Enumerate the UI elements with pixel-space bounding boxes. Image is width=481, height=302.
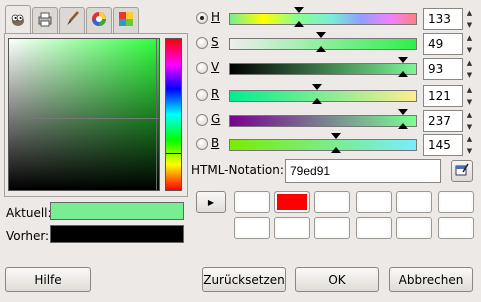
slider-r[interactable] [229,84,417,104]
label-r: R [211,87,220,101]
previous-color-swatch [50,225,184,243]
tab-brush[interactable] [59,7,85,33]
slider-g[interactable] [229,109,417,129]
history-swatch[interactable] [314,217,350,239]
radio-r[interactable] [196,89,208,101]
hue-marker [166,153,181,154]
spin-down-icon[interactable]: ▼ [464,97,475,107]
slider-marker-r[interactable] [312,84,323,90]
current-color-swatch [50,202,184,220]
spin-r[interactable]: 121 [423,85,463,107]
cancel-button[interactable]: Abbrechen [389,267,473,292]
history-swatch[interactable] [356,191,392,213]
history-swatch[interactable] [396,217,432,239]
slider-b[interactable] [229,133,417,153]
spin-arrows-s[interactable]: ▲ ▼ [464,33,475,55]
history-swatch[interactable] [234,217,270,239]
spin-down-icon[interactable]: ▼ [464,146,475,156]
spin-arrows-b[interactable]: ▲ ▼ [464,134,475,156]
label-h: H [211,10,221,24]
spin-down-icon[interactable]: ▼ [464,45,475,55]
tab-palette[interactable] [113,7,139,33]
radio-g[interactable] [196,114,208,126]
hue-strip[interactable] [165,38,182,191]
history-swatch[interactable] [274,217,310,239]
slider-marker-b[interactable] [331,133,342,139]
ok-button[interactable]: OK [295,267,379,292]
radio-v[interactable] [196,62,208,74]
slider-marker-bottom-v [397,71,408,77]
spin-arrows-v[interactable]: ▲ ▼ [464,58,475,80]
history-swatch[interactable] [396,191,432,213]
slider-marker-h[interactable] [293,7,304,13]
history-swatch[interactable] [314,191,350,213]
tab-color-wheel[interactable] [86,7,112,33]
reset-button[interactable]: Zurücksetzen [202,267,286,292]
history-swatch[interactable] [356,217,392,239]
spin-g[interactable]: 237 [423,110,463,132]
spin-up-icon[interactable]: ▲ [464,85,475,95]
label-v: V [211,60,220,74]
slider-marker-bottom-s [316,46,327,52]
history-swatch[interactable] [274,191,310,213]
current-label: Aktuell: [6,206,52,220]
spin-arrows-g[interactable]: ▲ ▼ [464,110,475,132]
color-wheel-icon [90,10,108,31]
color-selection-square[interactable] [8,38,160,191]
spin-arrows-r[interactable]: ▲ ▼ [464,85,475,107]
crosshair-vertical [156,39,157,190]
history-swatch[interactable] [234,191,270,213]
spin-v[interactable]: 93 [423,58,463,80]
slider-marker-bottom-b [331,147,342,153]
slider-marker-bottom-h [293,21,304,27]
history-swatch[interactable] [438,191,474,213]
spin-arrows-h[interactable]: ▲ ▼ [464,8,475,30]
slider-marker-s[interactable] [316,32,327,38]
gimp-icon [9,10,27,31]
spin-up-icon[interactable]: ▲ [464,8,475,18]
history-arrow-button[interactable]: ▶ [196,191,226,213]
slider-marker-g[interactable] [397,109,408,115]
spin-s[interactable]: 49 [423,33,463,55]
crosshair-horizontal [9,118,159,119]
label-g: G [211,112,221,126]
html-notation-label: HTML-Notation: [191,163,284,177]
help-button[interactable]: Hilfe [5,267,91,292]
eyedropper-icon [455,163,469,180]
label-b: B [211,136,220,150]
play-icon: ▶ [207,197,215,207]
spin-down-icon[interactable]: ▼ [464,122,475,132]
spin-up-icon[interactable]: ▲ [464,33,475,43]
spin-down-icon[interactable]: ▼ [464,20,475,30]
slider-marker-bottom-g [397,123,408,129]
html-notation-input[interactable] [285,159,441,183]
previous-label: Vorher: [6,229,50,243]
slider-h[interactable] [229,7,417,27]
tab-gimp[interactable] [5,5,31,34]
reset-button-label: Zurücksetzen [203,272,285,287]
radio-h[interactable] [196,12,208,24]
spin-up-icon[interactable]: ▲ [464,58,475,68]
label-s: S [211,35,219,49]
printer-icon [36,10,54,31]
ok-button-label: OK [328,272,346,287]
radio-s[interactable] [196,37,208,49]
help-button-label: Hilfe [34,272,62,287]
radio-b[interactable] [196,138,208,150]
spin-down-icon[interactable]: ▼ [464,70,475,80]
spin-b[interactable]: 145 [423,134,463,156]
brush-icon [63,10,81,31]
slider-v[interactable] [229,57,417,77]
slider-marker-v[interactable] [397,57,408,63]
spin-up-icon[interactable]: ▲ [464,110,475,120]
slider-s[interactable] [229,32,417,52]
spin-up-icon[interactable]: ▲ [464,134,475,144]
history-swatch[interactable] [438,217,474,239]
palette-icon [117,10,135,31]
slider-marker-bottom-r [312,98,323,104]
color-picker-button[interactable] [451,160,473,182]
cancel-button-label: Abbrechen [398,272,464,287]
spin-h[interactable]: 133 [423,8,463,30]
tab-printer[interactable] [32,7,58,33]
